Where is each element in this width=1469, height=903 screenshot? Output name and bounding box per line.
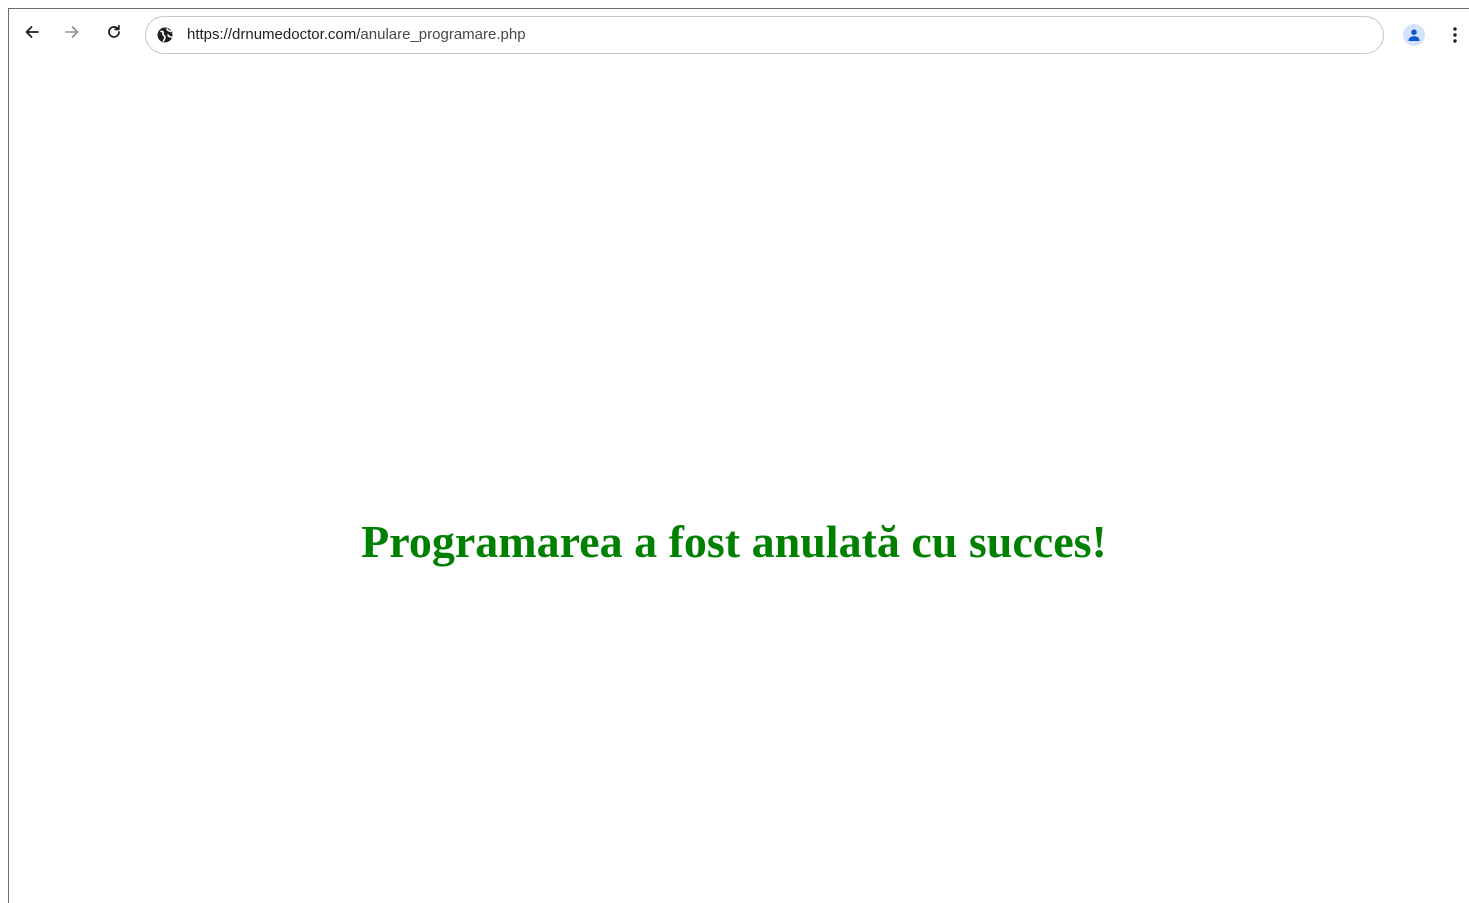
globe-icon[interactable] xyxy=(156,26,174,44)
url-path: anulare_programare.php xyxy=(360,26,526,43)
success-message: Programarea a fost anulată cu succes! xyxy=(361,516,1107,567)
arrow-right-icon xyxy=(65,26,79,38)
arrow-left-icon xyxy=(25,26,39,38)
browser-toolbar: https://drnumedoctor.com/anulare_program… xyxy=(9,9,1469,63)
kebab-menu-icon xyxy=(1453,27,1457,43)
browser-window: https://drnumedoctor.com/anulare_program… xyxy=(8,8,1469,903)
url-host: https://drnumedoctor.com/ xyxy=(187,26,361,43)
back-button[interactable] xyxy=(18,18,46,46)
address-bar[interactable]: https://drnumedoctor.com/anulare_program… xyxy=(145,16,1384,54)
reload-icon xyxy=(108,24,120,38)
url-text[interactable]: https://drnumedoctor.com/anulare_program… xyxy=(187,17,526,53)
reload-button[interactable] xyxy=(100,18,128,46)
profile-button[interactable] xyxy=(1403,24,1425,46)
browser-menu-button[interactable] xyxy=(1445,23,1465,47)
person-icon xyxy=(1408,29,1420,41)
forward-button[interactable] xyxy=(58,18,86,46)
